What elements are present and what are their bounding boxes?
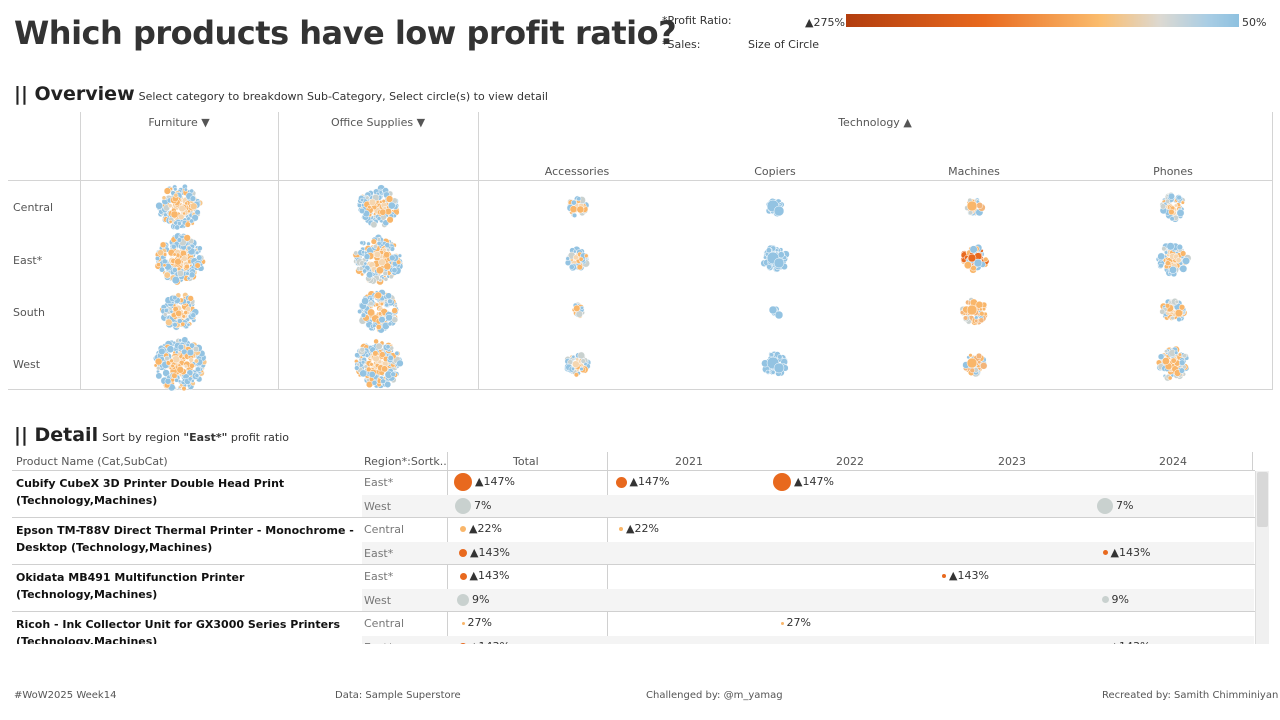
detail-dot-total[interactable] (460, 526, 466, 532)
product-name: Epson TM-T88V Direct Thermal Printer - M… (16, 524, 354, 554)
detail-dot-total[interactable] (459, 548, 467, 557)
footer-data-source: Data: Sample Superstore (335, 690, 461, 701)
detail-dot-2022[interactable] (773, 473, 791, 491)
detail-value-total: ▲143% (469, 569, 510, 582)
row-region: East* (364, 570, 394, 583)
row-region: West (364, 593, 392, 607)
detail-table-body: Cubify CubeX 3D Printer Double Head Prin… (0, 0, 1280, 644)
detail-value-2024: ▲143% (1111, 640, 1151, 645)
detail-value-total: ▲143% (470, 545, 510, 559)
detail-value-2022: 27% (786, 616, 811, 629)
product-name: Ricoh - Ink Collector Unit for GX3000 Se… (16, 618, 341, 644)
detail-value-total: ▲143% (470, 640, 510, 645)
detail-value-2024: ▲143% (1110, 545, 1151, 559)
detail-dot-total[interactable] (457, 593, 469, 606)
footer-recreated: Recreated by: Samith Chimminiyan (1102, 690, 1279, 701)
detail-dot-2024[interactable] (1101, 596, 1109, 603)
detail-dot-total[interactable] (459, 572, 467, 580)
detail-dot-total[interactable] (461, 621, 465, 625)
detail-value-2022: ▲147% (794, 475, 834, 488)
product-name: Cubify CubeX 3D Printer Double Head Prin… (16, 477, 285, 507)
detail-value-total: 27% (467, 616, 492, 629)
detail-value-total: 9% (472, 592, 490, 606)
detail-value-2023: ▲143% (949, 569, 989, 582)
detail-value-2021: ▲147% (629, 475, 670, 488)
row-region: East* (364, 546, 394, 560)
detail-dot-2022[interactable] (780, 621, 784, 625)
detail-value-total: ▲22% (469, 522, 502, 535)
detail-value-total: 7% (474, 498, 492, 512)
detail-value-2024: 9% (1111, 592, 1129, 606)
detail-dot-2023[interactable] (942, 574, 946, 578)
row-region: East* (364, 641, 393, 645)
detail-dot-2021[interactable] (615, 476, 627, 488)
detail-dot-2024[interactable] (1097, 497, 1113, 514)
detail-dot-total[interactable] (455, 497, 471, 514)
row-divider (12, 517, 1255, 518)
row-region: Central (364, 523, 405, 536)
row-region: East* (364, 476, 394, 489)
detail-dot-total[interactable] (454, 473, 472, 491)
detail-value-2024: 7% (1116, 498, 1134, 512)
footer-tag: #WoW2025 Week14 (14, 690, 117, 701)
detail-value-total: ▲147% (475, 475, 515, 488)
row-divider (12, 611, 1255, 612)
scrollbar-thumb[interactable] (1257, 472, 1268, 527)
row-region: Central (364, 617, 405, 630)
row-region: West (364, 499, 392, 513)
detail-dot-2021[interactable] (619, 527, 623, 531)
detail-value-2021: ▲22% (626, 522, 659, 535)
footer-challenge: Challenged by: @m_yamag (646, 690, 783, 701)
product-name: Okidata MB491 Multifunction Printer (Tec… (16, 571, 245, 601)
row-divider (12, 564, 1255, 565)
detail-dot-2024[interactable] (1102, 550, 1108, 555)
